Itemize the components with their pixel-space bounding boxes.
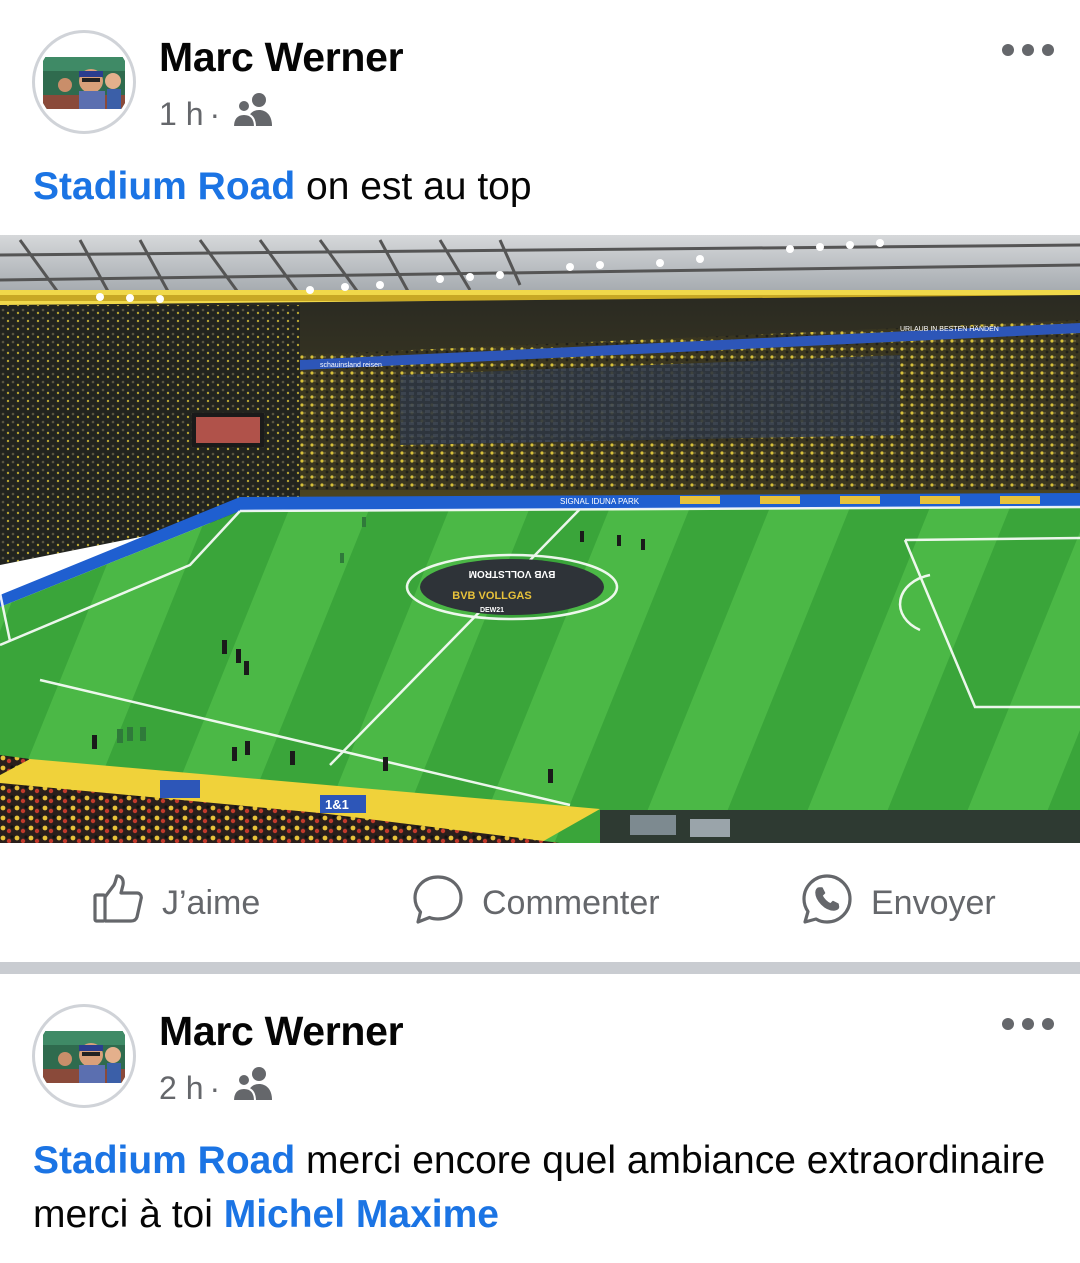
feed-post: Marc Werner 2 h · Stadium Road merci enc… xyxy=(0,974,1080,1263)
feed-post: Marc Werner 1 h · Stadium Road on est au… xyxy=(0,0,1080,962)
post-action-bar: J’aime Commenter Envoyer xyxy=(0,843,1080,962)
author-name[interactable]: Marc Werner xyxy=(159,34,404,81)
dot-icon xyxy=(1022,1018,1034,1030)
person-tag-link[interactable]: Michel Maxime xyxy=(224,1193,499,1236)
post-text: Stadium Road merci encore quel ambiance … xyxy=(33,1134,1053,1242)
post-meta: 1 h · xyxy=(159,92,274,136)
post-text: Stadium Road on est au top xyxy=(33,160,1053,214)
send-label: Envoyer xyxy=(871,883,996,922)
post-timestamp[interactable]: 1 h xyxy=(159,96,203,133)
more-options-button[interactable] xyxy=(1002,40,1054,60)
send-whatsapp-button[interactable]: Envoyer xyxy=(801,873,996,934)
dot-icon xyxy=(1002,1018,1014,1030)
author-avatar[interactable] xyxy=(32,1004,136,1108)
dot-icon xyxy=(1002,44,1014,56)
stadium-name-text: SIGNAL IDUNA PARK xyxy=(560,497,640,506)
post-timestamp[interactable]: 2 h xyxy=(159,1070,203,1107)
pitch-logo-text: BVB VOLLSTROM xyxy=(469,568,556,579)
group-icon xyxy=(232,92,274,136)
sponsor-text: 1&1 xyxy=(325,797,349,812)
group-icon xyxy=(232,1066,274,1110)
more-options-button[interactable] xyxy=(1002,1014,1054,1034)
like-label: J’aime xyxy=(162,883,261,922)
like-button[interactable]: J’aime xyxy=(92,873,261,934)
pitch-logo-text: BVB VOLLGAS xyxy=(452,590,531,602)
pitch-logo-text: DEW21 xyxy=(480,607,504,614)
meta-separator: · xyxy=(209,1069,221,1106)
stadium-banner-text: URLAUB IN BESTEN HÄNDEN xyxy=(900,325,999,333)
thumbs-up-icon xyxy=(92,873,144,934)
stadium-banner-text: schauinsland reisen xyxy=(320,362,382,369)
feed-divider xyxy=(0,962,1080,974)
comment-button[interactable]: Commenter xyxy=(412,873,660,934)
whatsapp-icon xyxy=(801,873,853,934)
comment-bubble-icon xyxy=(412,873,464,934)
dot-icon xyxy=(1042,1018,1054,1030)
group-tag-link[interactable]: Stadium Road xyxy=(33,165,295,208)
comment-label: Commenter xyxy=(482,883,660,922)
author-avatar[interactable] xyxy=(32,30,136,134)
stadium-photo[interactable]: schauinsland reisen URLAUB IN BESTEN HÄN… xyxy=(0,235,1080,843)
dot-icon xyxy=(1042,44,1054,56)
group-tag-link[interactable]: Stadium Road xyxy=(33,1139,295,1182)
meta-separator: · xyxy=(209,95,221,132)
dot-icon xyxy=(1022,44,1034,56)
post-body-text: on est au top xyxy=(295,165,532,208)
post-meta: 2 h · xyxy=(159,1066,274,1110)
author-name[interactable]: Marc Werner xyxy=(159,1008,404,1055)
